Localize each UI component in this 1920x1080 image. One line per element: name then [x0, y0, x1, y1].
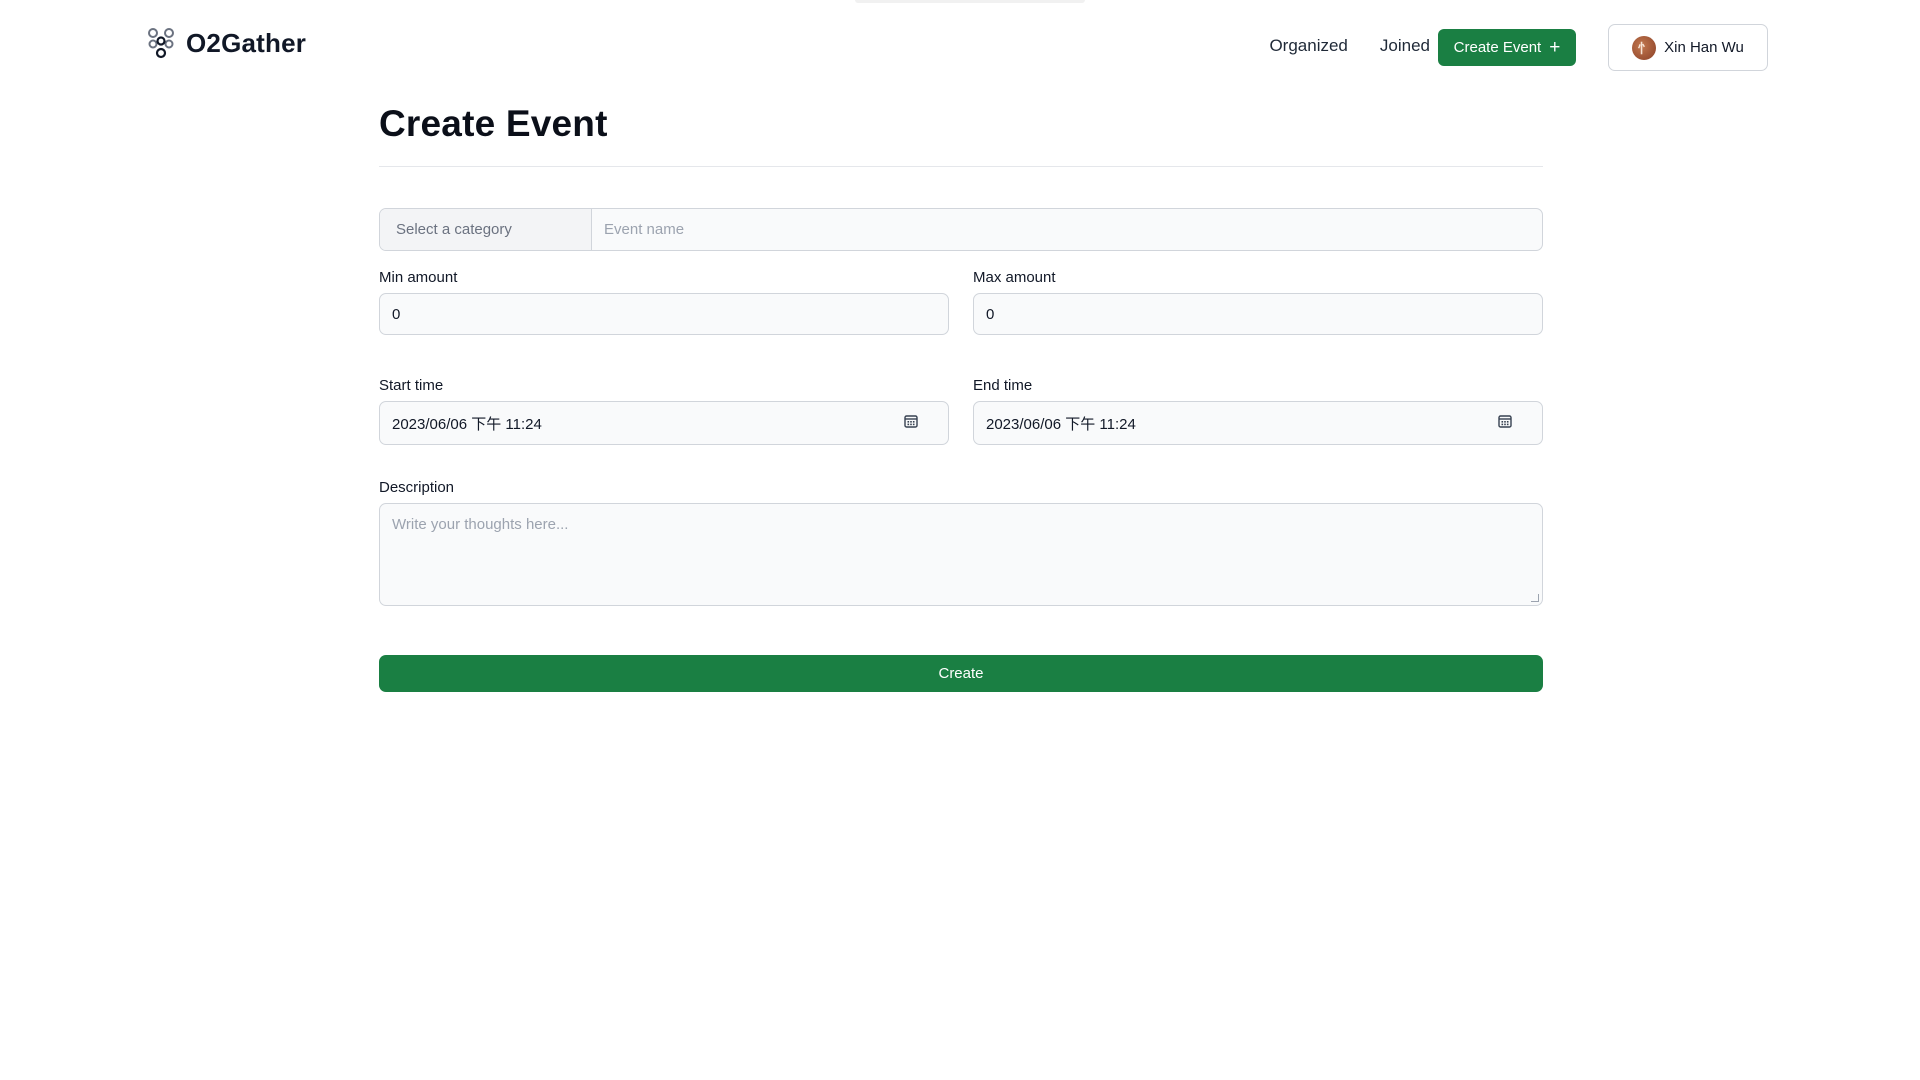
- page-title: Create Event: [379, 103, 608, 144]
- brand-name: O2Gather: [186, 27, 307, 58]
- time-row: Start time 2023/06/06 下午 11:24 End time …: [379, 377, 1543, 445]
- user-name: Xin Han Wu: [1664, 39, 1744, 56]
- category-select[interactable]: Select a category: [380, 209, 592, 250]
- min-amount-label: Min amount: [379, 269, 458, 286]
- event-name-input[interactable]: Event name: [592, 209, 1542, 250]
- start-time-input[interactable]: 2023/06/06 下午 11:24: [379, 401, 949, 445]
- category-name-group: Select a category Event name: [379, 208, 1543, 251]
- create-event-form: Create Event Select a category Event nam…: [379, 100, 1543, 692]
- min-amount-field: Min amount 0: [379, 269, 949, 335]
- create-event-nav-label: Create Event: [1453, 39, 1542, 56]
- end-time-label: End time: [973, 377, 1033, 394]
- calendar-icon[interactable]: [904, 414, 918, 432]
- amount-row: Min amount 0 Max amount 0: [379, 269, 1543, 335]
- create-event-nav-button[interactable]: Create Event +: [1438, 29, 1576, 66]
- end-time-value: 2023/06/06 下午 11:24: [986, 415, 1136, 433]
- description-textarea[interactable]: Write your thoughts here...: [379, 503, 1543, 606]
- create-submit-button[interactable]: Create: [379, 655, 1543, 692]
- start-time-label: Start time: [379, 377, 444, 394]
- main-nav: Organized Joined: [1269, 36, 1430, 56]
- min-amount-input[interactable]: 0: [379, 293, 949, 335]
- max-amount-input[interactable]: 0: [973, 293, 1543, 335]
- start-time-field: Start time 2023/06/06 下午 11:24: [379, 377, 949, 445]
- user-menu-button[interactable]: 忄 Xin Han Wu: [1608, 24, 1768, 71]
- max-amount-field: Max amount 0: [973, 269, 1543, 335]
- people-group-icon: [146, 27, 176, 59]
- nav-link-organized[interactable]: Organized: [1269, 36, 1347, 56]
- calendar-icon[interactable]: [1498, 414, 1512, 432]
- start-time-value: 2023/06/06 下午 11:24: [392, 415, 542, 433]
- navbar: O2Gather Organized Joined Create Event +…: [0, 0, 1920, 95]
- end-time-input[interactable]: 2023/06/06 下午 11:24: [973, 401, 1543, 445]
- title-divider: [379, 166, 1543, 167]
- description-label: Description: [379, 479, 455, 496]
- avatar: 忄: [1632, 35, 1657, 60]
- resize-handle-icon[interactable]: [1531, 594, 1539, 602]
- nav-link-joined[interactable]: Joined: [1380, 36, 1430, 56]
- description-placeholder: Write your thoughts here...: [392, 516, 569, 533]
- brand-logo-link[interactable]: O2Gather: [146, 27, 306, 59]
- end-time-field: End time 2023/06/06 下午 11:24: [973, 377, 1543, 445]
- max-amount-label: Max amount: [973, 269, 1056, 286]
- description-field: Description Write your thoughts here...: [379, 479, 1543, 606]
- plus-icon: +: [1549, 37, 1561, 58]
